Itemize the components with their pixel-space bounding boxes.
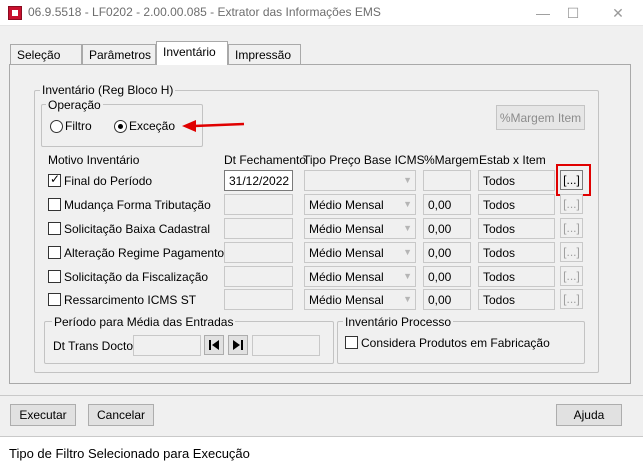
- solicitacao-fiscalizacao-estab-field[interactable]: Todos: [478, 266, 555, 287]
- solicitacao-baixa-estab-button[interactable]: [...]: [560, 218, 583, 238]
- mudanca-forma-checkbox[interactable]: [48, 198, 61, 211]
- ressarcimento-icms-dt-field[interactable]: [224, 289, 293, 310]
- final-periodo-label: Final do Período: [64, 174, 153, 188]
- filtro-label: Filtro: [65, 119, 92, 133]
- tab-inventario[interactable]: Inventário: [156, 41, 228, 65]
- periodo-title: Período para Média das Entradas: [52, 315, 236, 329]
- mudanca-forma-tipo-preco-select[interactable]: Médio Mensal ▼: [304, 194, 416, 215]
- excecao-radio[interactable]: [114, 120, 127, 133]
- alteracao-regime-tipo-preco-select[interactable]: Médio Mensal ▼: [304, 242, 416, 263]
- col-tipo-preco: Tipo Preço Base ICMS: [303, 153, 425, 167]
- solicitacao-baixa-checkbox[interactable]: [48, 222, 61, 235]
- ressarcimento-icms-checkbox[interactable]: [48, 293, 61, 306]
- dt-trans-docto-label: Dt Trans Docto:: [53, 339, 137, 353]
- ressarcimento-icms-estab-field[interactable]: Todos: [478, 289, 555, 310]
- highlight-box: [556, 164, 591, 196]
- solicitacao-fiscalizacao-label: Solicitação da Fiscalização: [64, 270, 209, 284]
- chevron-down-icon: ▼: [403, 271, 412, 281]
- col-estab-item: Estab x Item: [479, 153, 546, 167]
- solicitacao-baixa-margem-field[interactable]: 0,00: [423, 218, 471, 239]
- final-periodo-dt-value: 31/12/2022: [229, 174, 290, 188]
- dt-trans-docto-end-field[interactable]: [252, 335, 320, 356]
- last-icon[interactable]: [228, 335, 248, 355]
- chevron-down-icon: ▼: [403, 175, 412, 185]
- col-motivo: Motivo Inventário: [48, 153, 140, 167]
- mudanca-forma-estab-button[interactable]: [...]: [560, 194, 583, 214]
- window-title: 06.9.5518 - LF0202 - 2.00.00.085 - Extra…: [28, 5, 381, 19]
- cancelar-button[interactable]: Cancelar: [88, 404, 154, 426]
- solicitacao-baixa-estab-field[interactable]: Todos: [478, 218, 555, 239]
- status-text: Tipo de Filtro Selecionado para Execução: [9, 446, 250, 461]
- mudanca-forma-label: Mudança Forma Tributação: [64, 198, 211, 212]
- alteracao-regime-estab-field[interactable]: Todos: [478, 242, 555, 263]
- app-icon: [8, 6, 22, 20]
- mudanca-forma-margem-field[interactable]: 0,00: [423, 194, 471, 215]
- tab-selecao[interactable]: Seleção: [10, 44, 82, 65]
- ressarcimento-icms-tipo-preco-select[interactable]: Médio Mensal ▼: [304, 289, 416, 310]
- chevron-down-icon: ▼: [403, 223, 412, 233]
- executar-button[interactable]: Executar: [10, 404, 76, 426]
- final-periodo-estab-field[interactable]: Todos: [478, 170, 555, 191]
- status-bar: Tipo de Filtro Selecionado para Execução: [0, 436, 643, 469]
- ressarcimento-icms-label: Ressarcimento ICMS ST: [64, 293, 197, 307]
- ressarcimento-icms-estab-button[interactable]: [...]: [560, 289, 583, 309]
- annotation-arrow: [182, 120, 245, 132]
- alteracao-regime-label: Alteração Regime Pagamento: [64, 246, 225, 260]
- solicitacao-fiscalizacao-tipo-preco-select[interactable]: Médio Mensal ▼: [304, 266, 416, 287]
- solicitacao-baixa-label: Solicitação Baixa Cadastral: [64, 222, 211, 236]
- considera-produtos-checkbox[interactable]: [345, 336, 358, 349]
- inventario-group-title: Inventário (Reg Bloco H): [40, 83, 176, 97]
- first-icon[interactable]: [204, 335, 224, 355]
- filtro-radio[interactable]: [50, 120, 63, 133]
- solicitacao-fiscalizacao-margem-field[interactable]: 0,00: [423, 266, 471, 287]
- dt-trans-docto-start-field[interactable]: [133, 335, 201, 356]
- chevron-down-icon: ▼: [403, 199, 412, 209]
- ressarcimento-icms-margem-field[interactable]: 0,00: [423, 289, 471, 310]
- processo-title: Inventário Processo: [343, 315, 454, 329]
- alteracao-regime-checkbox[interactable]: [48, 246, 61, 259]
- ajuda-button[interactable]: Ajuda: [556, 404, 622, 426]
- margem-item-button[interactable]: %Margem Item: [496, 105, 585, 130]
- alteracao-regime-margem-field[interactable]: 0,00: [423, 242, 471, 263]
- col-margem: %Margem: [424, 153, 479, 167]
- final-periodo-tipo-preco-select[interactable]: ▼: [304, 170, 416, 191]
- alteracao-regime-dt-field[interactable]: [224, 242, 293, 263]
- footer-divider: [0, 395, 643, 396]
- considera-produtos-label: Considera Produtos em Fabricação: [361, 336, 550, 350]
- col-dt-fechamento: Dt Fechamento: [224, 153, 307, 167]
- solicitacao-fiscalizacao-dt-field[interactable]: [224, 266, 293, 287]
- final-periodo-estab-value: Todos: [483, 174, 516, 188]
- final-periodo-checkbox[interactable]: [48, 172, 61, 187]
- solicitacao-fiscalizacao-checkbox[interactable]: [48, 270, 61, 283]
- solicitacao-baixa-tipo-preco-select[interactable]: Médio Mensal ▼: [304, 218, 416, 239]
- mudanca-forma-estab-field[interactable]: Todos: [478, 194, 555, 215]
- alteracao-regime-estab-button[interactable]: [...]: [560, 242, 583, 262]
- solicitacao-fiscalizacao-estab-button[interactable]: [...]: [560, 266, 583, 286]
- chevron-down-icon: ▼: [403, 294, 412, 304]
- tab-parametros[interactable]: Parâmetros: [82, 44, 156, 65]
- solicitacao-baixa-dt-field[interactable]: [224, 218, 293, 239]
- tab-impressao[interactable]: Impressão: [228, 44, 301, 65]
- close-button[interactable]: ✕: [598, 0, 638, 26]
- chevron-down-icon: ▼: [403, 247, 412, 257]
- title-bar: 06.9.5518 - LF0202 - 2.00.00.085 - Extra…: [0, 0, 643, 26]
- operacao-title: Operação: [46, 98, 103, 112]
- mudanca-forma-dt-field[interactable]: [224, 194, 293, 215]
- final-periodo-margem-field[interactable]: [423, 170, 471, 191]
- excecao-label: Exceção: [129, 119, 176, 133]
- maximize-button[interactable]: ☐: [553, 0, 593, 26]
- final-periodo-dt-field[interactable]: 31/12/2022: [224, 170, 293, 191]
